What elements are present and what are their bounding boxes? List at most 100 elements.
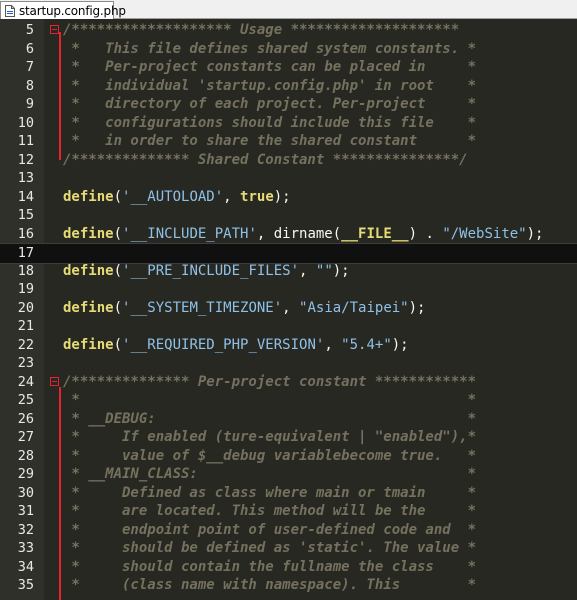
punctuation: (	[113, 336, 123, 353]
code-line[interactable]: 21	[0, 317, 577, 336]
code-line[interactable]: 5 /******************* Usage ************…	[0, 21, 577, 40]
line-number: 15	[17, 207, 34, 223]
code-line[interactable]: 24 /************** Per-project constant *…	[0, 373, 577, 392]
punctuation: (	[113, 188, 123, 205]
code-line[interactable]: 29 * __MAIN_CLASS: *	[0, 465, 577, 484]
line-number: 24	[17, 373, 34, 390]
constant-name-string: '__REQUIRED_PHP_VERSION'	[122, 336, 325, 353]
line-number: 31	[17, 503, 34, 519]
line-number: 21	[17, 318, 34, 334]
comment-text: * individual 'startup.config.php' in roo…	[63, 77, 477, 94]
line-number: 33	[17, 540, 34, 556]
comment-text: * __DEBUG: *	[63, 410, 477, 427]
line-number: 26	[17, 410, 34, 427]
tab-startup-config[interactable]: startup.config.php	[0, 1, 126, 19]
constant-name-string: '__AUTOLOAD'	[122, 188, 224, 205]
line-number: 9	[25, 96, 34, 112]
code-line[interactable]: 7 * Per-project constants can be placed …	[0, 58, 577, 77]
comment-text: * __MAIN_CLASS: *	[63, 466, 477, 482]
line-number: 14	[17, 188, 34, 205]
code-line[interactable]: 16 define('__INCLUDE_PATH', dirname(__FIL…	[0, 225, 577, 244]
tab-label: startup.config.php	[19, 3, 126, 18]
code-line[interactable]: 9 * directory of each project. Per-proje…	[0, 95, 577, 114]
define-statement: define('__INCLUDE_PATH', dirname(__FILE_…	[63, 225, 543, 244]
code-line[interactable]: 12 /************** Shared Constant ******…	[0, 151, 577, 170]
punctuation: ,	[282, 299, 300, 316]
magic-constant: __FILE__	[341, 225, 409, 242]
punctuation: (	[113, 225, 123, 242]
code-line[interactable]: 22 define('__REQUIRED_PHP_VERSION', "5.4+…	[0, 336, 577, 355]
define-statement: define('__AUTOLOAD', true);	[63, 188, 291, 207]
code-line[interactable]: 20 define('__SYSTEM_TIMEZONE', "Asia/Taip…	[0, 299, 577, 318]
value-string: "/WebSite"	[442, 225, 527, 242]
comment-text: * should be defined as 'static'. The val…	[63, 540, 477, 556]
code-line[interactable]: 6 * This file defines shared system cons…	[0, 40, 577, 59]
comment-text: * Per-project constants can be placed in…	[63, 59, 477, 75]
code-line[interactable]: 26 * __DEBUG: *	[0, 410, 577, 429]
value-string: ""	[315, 262, 333, 279]
line-number: 35	[17, 577, 34, 593]
code-line[interactable]: 30 * Defined as class where main or tmai…	[0, 484, 577, 503]
value-string: "Asia/Taipei"	[299, 299, 409, 316]
fold-collapse-icon[interactable]	[50, 25, 59, 34]
constant-name-string: '__PRE_INCLUDE_FILES'	[122, 262, 300, 279]
comment-text: * (class name with namespace). This *	[63, 577, 477, 593]
line-number: 22	[17, 336, 34, 353]
code-line[interactable]: 32 * endpoint point of user-defined code…	[0, 521, 577, 540]
line-number: 8	[25, 77, 34, 94]
punctuation: ,	[324, 336, 342, 353]
punctuation: );	[332, 262, 350, 279]
comment-text: * directory of each project. Per-project…	[63, 96, 477, 112]
code-line[interactable]: 11 * in order to share the shared consta…	[0, 132, 577, 151]
code-line[interactable]: 23	[0, 354, 577, 373]
line-number: 18	[17, 262, 34, 279]
line-number: 28	[17, 447, 34, 464]
line-number: 20	[17, 299, 34, 316]
code-line[interactable]: 19	[0, 280, 577, 299]
code-line[interactable]: 28 * value of $__debug variablebecome tr…	[0, 447, 577, 466]
code-line[interactable]: 34 * should contain the fullname the cla…	[0, 558, 577, 577]
punctuation: );	[408, 299, 426, 316]
line-number: 7	[25, 59, 34, 75]
punctuation: (	[113, 262, 123, 279]
boolean-value: true	[240, 188, 274, 205]
comment-text: * This file defines shared system consta…	[63, 40, 477, 57]
comment-text: * If enabled (ture-equivalent | "enabled…	[63, 429, 477, 445]
keyword-define: define	[63, 336, 114, 353]
keyword-define: define	[63, 225, 114, 242]
punctuation: ,	[223, 188, 241, 205]
punctuation: ,	[299, 262, 316, 279]
line-number: 5	[25, 22, 34, 38]
keyword-define: define	[63, 262, 114, 279]
current-line[interactable]: 17	[0, 243, 577, 264]
code-line[interactable]: 35 * (class name with namespace). This *	[0, 576, 577, 595]
line-number: 32	[17, 521, 34, 538]
comment-text: * are located. This method will be the *	[63, 503, 477, 519]
comment-text: /************** Per-project constant ***…	[63, 373, 477, 390]
code-line[interactable]: 33 * should be defined as 'static'. The …	[0, 539, 577, 558]
code-line[interactable]: 31 * are located. This method will be th…	[0, 502, 577, 521]
code-line[interactable]: 27 * If enabled (ture-equivalent | "enab…	[0, 428, 577, 447]
line-number: 29	[17, 466, 34, 482]
code-line[interactable]: 15	[0, 206, 577, 225]
keyword-define: define	[63, 188, 114, 205]
line-number: 23	[17, 355, 34, 371]
code-line[interactable]: 10 * configurations should include this …	[0, 114, 577, 133]
line-number: 34	[17, 558, 34, 575]
code-line[interactable]: 8 * individual 'startup.config.php' in r…	[0, 77, 577, 96]
line-number: 6	[25, 40, 34, 57]
define-statement: define('__PRE_INCLUDE_FILES', "");	[63, 262, 350, 281]
fold-collapse-icon[interactable]	[50, 376, 59, 386]
punctuation: ) .	[408, 225, 443, 242]
line-number: 27	[17, 429, 34, 445]
line-number: 17	[17, 245, 34, 261]
code-line[interactable]: 25 * *	[0, 391, 577, 410]
punctuation: (	[113, 299, 123, 316]
code-line[interactable]: 18 define('__PRE_INCLUDE_FILES', "");	[0, 262, 577, 281]
code-editor[interactable]: 5 /******************* Usage ************…	[0, 19, 577, 600]
keyword-define: define	[63, 299, 114, 316]
line-number: 16	[17, 225, 34, 242]
comment-text: * *	[63, 392, 477, 408]
code-line[interactable]: 14 define('__AUTOLOAD', true);	[0, 188, 577, 207]
code-line[interactable]: 13	[0, 169, 577, 188]
